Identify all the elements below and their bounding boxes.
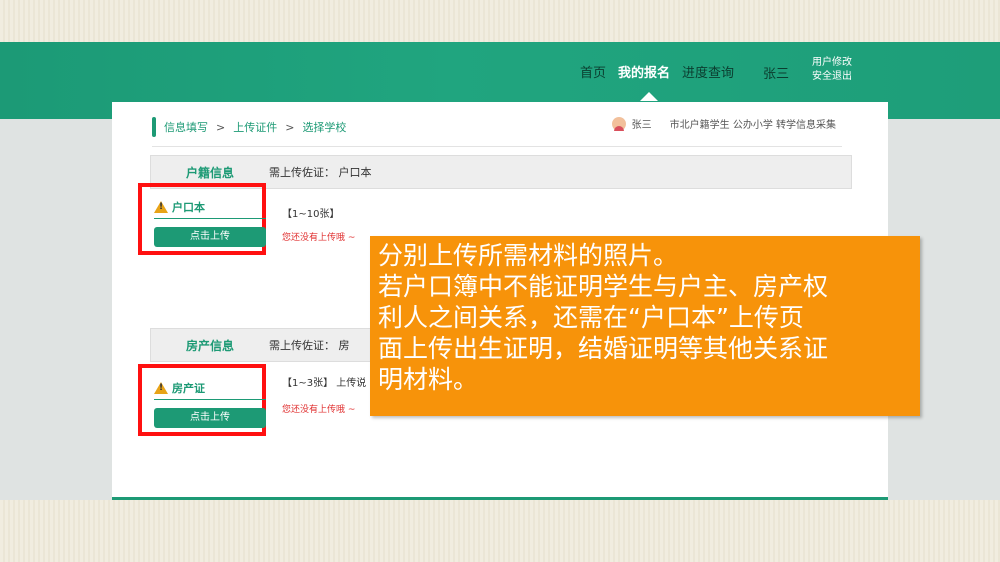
user-description: 市北户籍学生 公办小学 转学信息采集: [669, 120, 836, 131]
nav-progress-query[interactable]: 进度查询: [682, 62, 734, 81]
section-title: 户籍信息: [185, 165, 234, 180]
nav-home[interactable]: 首页: [580, 62, 606, 81]
active-nav-pointer: [640, 92, 658, 101]
breadcrumb-marker: [152, 117, 156, 137]
breadcrumb-step-choose-school[interactable]: 选择学校: [302, 119, 346, 135]
breadcrumb-step-fill-info[interactable]: 信息填写: [164, 119, 208, 135]
upload-status: 您还没有上传哦 ~: [282, 233, 356, 243]
warning-icon: [154, 382, 168, 394]
paper-background-top: [0, 0, 1000, 42]
upload-button[interactable]: 点击上传: [154, 227, 266, 247]
doc-name: 房产证: [172, 382, 205, 395]
section-title: 房产信息: [185, 338, 234, 353]
divider: [152, 146, 842, 147]
breadcrumb-separator: >: [285, 120, 295, 134]
breadcrumb-separator: >: [216, 120, 226, 134]
breadcrumb: 信息填写 > 上传证件 > 选择学校: [152, 116, 346, 138]
main-nav: 首页 我的报名 进度查询: [580, 62, 746, 81]
callout-line: 面上传出生证明，结婚证明等其他关系证: [378, 334, 829, 363]
warning-icon: [154, 201, 168, 213]
upload-button[interactable]: 点击上传: [154, 408, 266, 428]
logout-link[interactable]: 安全退出: [812, 70, 852, 84]
nav-my-registration[interactable]: 我的报名: [618, 62, 670, 81]
callout-line: 明材料。: [378, 365, 479, 394]
doc-name: 户口本: [172, 201, 205, 214]
section-requirement: 需上传佐证： 户口本: [269, 166, 372, 179]
doc-box-household-register: 户口本 点击上传: [138, 183, 266, 255]
paper-background-bottom: [0, 500, 1000, 562]
photo-count: 【1~3张】 上传说: [282, 378, 367, 389]
callout-line: 利人之间关系，还需在“户口本”上传页: [378, 303, 804, 332]
account-links: 用户修改 安全退出: [812, 56, 852, 84]
user-tag: 张三 市北户籍学生 公办小学 转学信息采集: [611, 116, 836, 131]
callout-line: 分别上传所需材料的照片。: [378, 241, 679, 270]
doc-title: 户口本: [154, 199, 266, 219]
avatar-icon: [611, 116, 626, 131]
doc-box-property-certificate: 房产证 点击上传: [138, 364, 266, 436]
user-edit-link[interactable]: 用户修改: [812, 56, 852, 70]
nav-username: 张三: [763, 67, 790, 82]
section-requirement: 需上传佐证： 房: [269, 339, 350, 352]
photo-count: 【1~10张】: [282, 209, 340, 220]
upload-status: 您还没有上传哦 ~: [282, 405, 356, 415]
user-name: 张三: [631, 120, 652, 131]
breadcrumb-step-upload[interactable]: 上传证件: [233, 119, 277, 135]
instruction-callout: 分别上传所需材料的照片。 若户口簿中不能证明学生与户主、房产权 利人之间关系，还…: [370, 236, 920, 416]
callout-line: 若户口簿中不能证明学生与户主、房产权: [378, 272, 829, 301]
doc-title: 房产证: [154, 380, 266, 400]
